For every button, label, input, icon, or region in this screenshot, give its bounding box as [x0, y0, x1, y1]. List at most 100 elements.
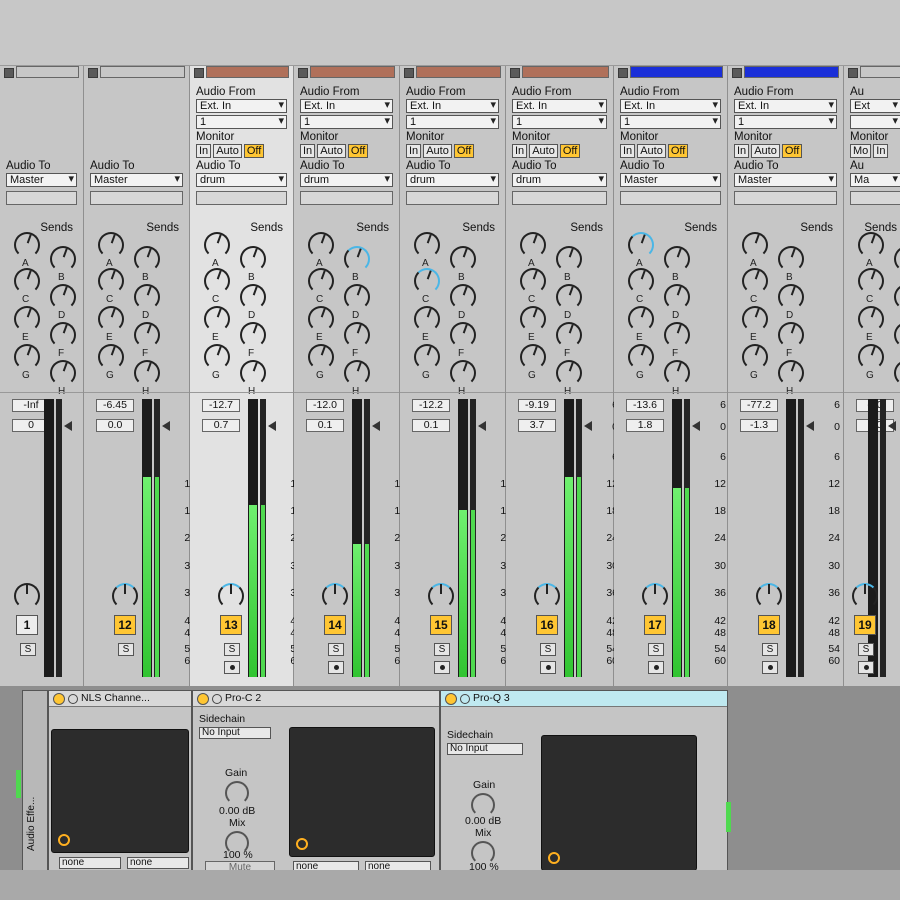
pan-knob[interactable]: [322, 583, 348, 609]
input-channel-dropdown[interactable]: 1: [620, 115, 721, 129]
solo-button[interactable]: S: [762, 643, 778, 656]
audio-to-dropdown[interactable]: Master: [620, 173, 721, 187]
monitor-auto-button[interactable]: Auto: [529, 144, 558, 158]
send-d-knob[interactable]: [450, 284, 476, 310]
monitor-in-button[interactable]: In: [734, 144, 750, 158]
record-arm-button[interactable]: [648, 661, 664, 674]
send-b-knob[interactable]: [664, 246, 690, 272]
volume-fader-handle[interactable]: [692, 421, 700, 431]
pan-readout[interactable]: 0.1: [306, 419, 344, 432]
monitor-in-button[interactable]: In: [406, 144, 422, 158]
audio-to-dropdown[interactable]: drum: [406, 173, 499, 187]
volume-readout[interactable]: -77.2: [740, 399, 778, 412]
solo-button[interactable]: S: [540, 643, 556, 656]
track-color-bar[interactable]: [522, 66, 609, 78]
solo-button[interactable]: S: [118, 643, 134, 656]
dropdown-right[interactable]: none: [127, 857, 189, 869]
pan-readout[interactable]: 0.7: [202, 419, 240, 432]
track-activator-button[interactable]: 18: [758, 615, 780, 635]
send-f-knob[interactable]: [894, 322, 900, 348]
output-sub-dropdown[interactable]: [620, 191, 721, 205]
track-color-bar[interactable]: [206, 66, 289, 78]
gain-knob[interactable]: [471, 793, 495, 817]
track-activator-button[interactable]: 1: [16, 615, 38, 635]
volume-fader-handle[interactable]: [162, 421, 170, 431]
track-activator-button[interactable]: 14: [324, 615, 346, 635]
mixer-channel-12[interactable]: Audio ToMasterSendsABCDEFGH-6.450.060612…: [84, 66, 196, 686]
send-e-knob[interactable]: [628, 306, 654, 332]
output-sub-dropdown[interactable]: [6, 191, 77, 205]
audio-from-dropdown[interactable]: Ext. In: [620, 99, 721, 113]
audio-from-dropdown[interactable]: Ext. In: [734, 99, 837, 113]
monitor-off-button[interactable]: Off: [559, 144, 581, 158]
volume-readout[interactable]: -9.19: [518, 399, 556, 412]
send-g-knob[interactable]: [308, 344, 334, 370]
send-a-knob[interactable]: [742, 232, 768, 258]
input-channel-dropdown[interactable]: [850, 115, 900, 129]
send-c-knob[interactable]: [98, 268, 124, 294]
send-b-knob[interactable]: [778, 246, 804, 272]
monitor-auto-button[interactable]: Auto: [423, 144, 452, 158]
clip-stop-icon[interactable]: [88, 68, 98, 78]
monitor-off-button[interactable]: Off: [667, 144, 689, 158]
audio-from-dropdown[interactable]: Ext. In: [512, 99, 607, 113]
monitor-in-button[interactable]: In: [873, 144, 889, 158]
volume-fader-handle[interactable]: [64, 421, 72, 431]
send-h-knob[interactable]: [344, 360, 370, 386]
track-activator-button[interactable]: 13: [220, 615, 242, 635]
input-channel-dropdown[interactable]: 1: [512, 115, 607, 129]
record-arm-button[interactable]: [540, 661, 556, 674]
track-color-bar[interactable]: [16, 66, 79, 78]
track-activator-button[interactable]: 15: [430, 615, 452, 635]
send-f-knob[interactable]: [240, 322, 266, 348]
send-a-knob[interactable]: [858, 232, 884, 258]
track-color-bar[interactable]: [630, 66, 723, 78]
monitor-off-button[interactable]: Off: [781, 144, 803, 158]
device-power-icon[interactable]: [53, 692, 65, 705]
track-color-bar[interactable]: [310, 66, 395, 78]
pan-knob[interactable]: [428, 583, 454, 609]
volume-fader-handle[interactable]: [478, 421, 486, 431]
send-c-knob[interactable]: [308, 268, 334, 294]
volume-readout[interactable]: -12.7: [202, 399, 240, 412]
send-h-knob[interactable]: [450, 360, 476, 386]
pan-knob[interactable]: [534, 583, 560, 609]
pan-readout[interactable]: 3.7: [518, 419, 556, 432]
send-b-knob[interactable]: [50, 246, 76, 272]
audio-from-dropdown[interactable]: Ext. In: [406, 99, 499, 113]
record-arm-button[interactable]: [858, 661, 874, 674]
sidechain-dropdown[interactable]: No Input: [447, 743, 523, 755]
audio-to-dropdown[interactable]: Ma: [850, 173, 900, 187]
output-sub-dropdown[interactable]: [406, 191, 499, 205]
track-color-bar[interactable]: [744, 66, 839, 78]
fold-icon[interactable]: [68, 693, 78, 704]
send-a-knob[interactable]: [98, 232, 124, 258]
output-sub-dropdown[interactable]: [512, 191, 607, 205]
track-activator-button[interactable]: 17: [644, 615, 666, 635]
send-h-knob[interactable]: [240, 360, 266, 386]
send-b-knob[interactable]: [450, 246, 476, 272]
send-a-knob[interactable]: [520, 232, 546, 258]
gain-knob[interactable]: [225, 781, 249, 805]
clip-stop-icon[interactable]: [4, 68, 14, 78]
send-h-knob[interactable]: [664, 360, 690, 386]
send-a-knob[interactable]: [14, 232, 40, 258]
monitor-auto-button[interactable]: Auto: [751, 144, 780, 158]
send-e-knob[interactable]: [308, 306, 334, 332]
pan-knob[interactable]: [852, 583, 878, 609]
track-color-bar[interactable]: [416, 66, 501, 78]
mixer-channel-1[interactable]: Audio ToMasterSendsABCDEFGH-Inf060612182…: [0, 66, 98, 686]
track-activator-button[interactable]: 16: [536, 615, 558, 635]
send-b-knob[interactable]: [556, 246, 582, 272]
send-f-knob[interactable]: [450, 322, 476, 348]
mixer-channel-15[interactable]: Audio FromExt. In1MonitorInAutoOffAudio …: [400, 66, 512, 686]
plugin-edit-icon[interactable]: [58, 834, 70, 846]
solo-button[interactable]: S: [20, 643, 36, 656]
output-sub-dropdown[interactable]: [734, 191, 837, 205]
audio-to-dropdown[interactable]: drum: [196, 173, 287, 187]
input-channel-dropdown[interactable]: 1: [300, 115, 393, 129]
send-e-knob[interactable]: [204, 306, 230, 332]
plugin-display[interactable]: [289, 727, 435, 857]
send-f-knob[interactable]: [778, 322, 804, 348]
send-g-knob[interactable]: [98, 344, 124, 370]
